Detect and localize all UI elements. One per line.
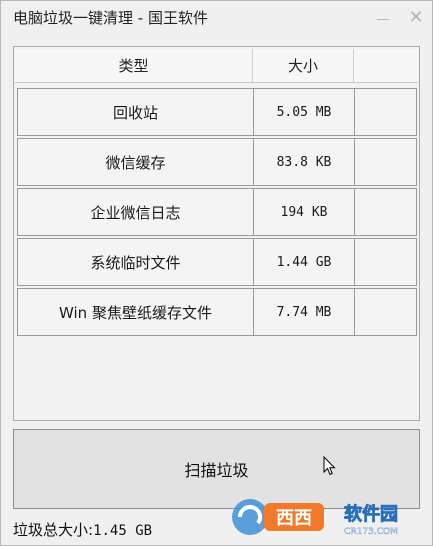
list-row-recycle-bin[interactable]: 回收站 5.05 MB: [17, 88, 417, 136]
row-size: 1.44 GB: [254, 239, 355, 285]
total-size-value: 1.45 GB: [93, 523, 153, 539]
column-header-type[interactable]: 类型: [15, 49, 253, 82]
list-row-spotlight-cache[interactable]: Win 聚焦壁纸缓存文件 7.74 MB: [17, 288, 417, 336]
list-row-system-temp[interactable]: 系统临时文件 1.44 GB: [17, 238, 417, 286]
column-header-size[interactable]: 大小: [253, 49, 354, 82]
close-button[interactable]: ✕: [402, 5, 430, 29]
junk-list: 类型 大小 回收站 5.05 MB 微信缓存 83.8 KB 企业微信日志 19…: [13, 46, 420, 421]
row-blank: [355, 89, 416, 135]
row-type: 微信缓存: [18, 139, 254, 185]
scan-junk-button[interactable]: 扫描垃圾: [13, 429, 420, 509]
app-window: 电脑垃圾一键清理 - 国王软件 ✕ 类型 大小 回收站 5.05 MB 微信缓存…: [0, 0, 433, 546]
status-bar: 垃圾总大小:1.45 GB: [13, 519, 152, 540]
minimize-icon: [377, 18, 389, 20]
minimize-button[interactable]: [369, 5, 397, 29]
row-size: 83.8 KB: [254, 139, 355, 185]
total-size-label: 垃圾总大小:: [13, 521, 94, 539]
row-size: 5.05 MB: [254, 89, 355, 135]
close-icon: ✕: [408, 6, 424, 28]
row-size: 7.74 MB: [254, 289, 355, 335]
svg-text:CR173.COM: CR173.COM: [344, 527, 398, 537]
arrow-cursor-icon: [323, 456, 336, 476]
row-blank: [355, 289, 416, 335]
window-title: 电脑垃圾一键清理 - 国王软件: [13, 9, 208, 27]
column-header-blank: [354, 49, 418, 82]
list-header: 类型 大小: [15, 49, 418, 83]
svg-text:西西: 西西: [276, 508, 312, 529]
list-row-wecom-logs[interactable]: 企业微信日志 194 KB: [17, 188, 417, 236]
row-type: 系统临时文件: [18, 239, 254, 285]
row-type: Win 聚焦壁纸缓存文件: [18, 289, 254, 335]
title-bar[interactable]: 电脑垃圾一键清理 - 国王软件 ✕: [1, 1, 432, 33]
row-blank: [355, 239, 416, 285]
row-blank: [355, 189, 416, 235]
list-row-wechat-cache[interactable]: 微信缓存 83.8 KB: [17, 138, 417, 186]
scan-button-label: 扫描垃圾: [184, 461, 249, 480]
row-blank: [355, 139, 416, 185]
row-size: 194 KB: [254, 189, 355, 235]
row-type: 企业微信日志: [18, 189, 254, 235]
row-type: 回收站: [18, 89, 254, 135]
